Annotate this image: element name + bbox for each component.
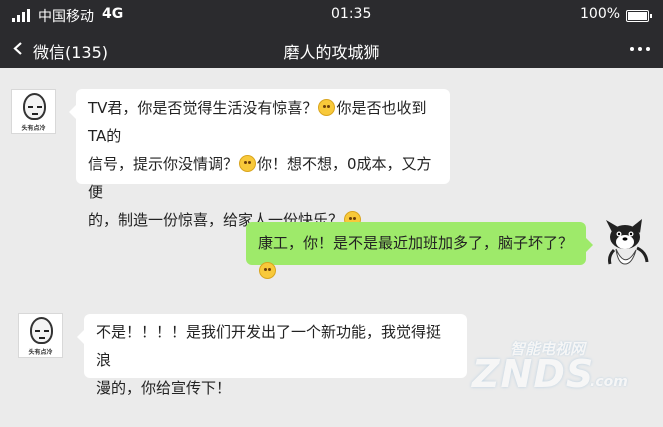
awkward-emoji-icon xyxy=(239,155,257,172)
chat-header: 微信(135) 磨人的攻城狮 xyxy=(0,30,663,68)
more-dots-icon[interactable] xyxy=(630,47,652,53)
meme-face-icon xyxy=(30,317,53,344)
message-bubble[interactable]: 不是！！！！是我们开发出了一个新功能，我觉得挺浪 漫的，你给宣传下！ xyxy=(77,314,467,397)
network-label: 4G xyxy=(102,6,124,22)
clock: 01:35 xyxy=(331,6,372,22)
status-bar: 中国移动 4G 01:35 100% xyxy=(0,0,663,30)
carrier-label: 中国移动 xyxy=(38,9,94,25)
avatar[interactable]: 头有点冷 xyxy=(11,89,56,134)
smile-emoji-icon xyxy=(318,99,336,116)
meme-face-icon xyxy=(23,93,46,120)
smile-emoji-icon xyxy=(259,262,276,279)
dog-avatar[interactable] xyxy=(602,218,652,270)
battery-percent: 100% xyxy=(580,6,621,22)
message-line: 信号，提示你没情调？ 你！想不想，0成本，又方便 xyxy=(88,155,432,201)
chat-title: 磨人的攻城狮 xyxy=(283,43,380,62)
watermark-main: ZNDS xyxy=(472,352,595,396)
message-bubble-self[interactable]: 康工，你！是不是最近加班加多了，脑子坏了？ xyxy=(246,222,593,279)
signal-icon xyxy=(12,9,30,22)
message-text: 康工，你！是不是最近加班加多了，脑子坏了？ xyxy=(258,234,574,252)
watermark-suffix: .com xyxy=(590,374,628,390)
battery-icon xyxy=(626,10,652,22)
message-line: 漫的，你给宣传下！ xyxy=(96,379,232,397)
watermark-logo: 智能电视网 ZNDS .com xyxy=(450,338,650,398)
message-bubble[interactable]: TV君，你是否觉得生活没有惊喜？ 你是否也收到TA的 信号，提示你没情调？ 你！想不… xyxy=(69,89,450,229)
message-line: TV君，你是否觉得生活没有惊喜？ 你是否也收到TA的 xyxy=(88,99,427,145)
avatar-caption: 头有点冷 xyxy=(28,349,53,356)
message-line: 不是！！！！是我们开发出了一个新功能，我觉得挺浪 xyxy=(96,323,442,369)
avatar[interactable]: 头有点冷 xyxy=(18,313,63,358)
avatar-caption: 头有点冷 xyxy=(21,125,46,132)
